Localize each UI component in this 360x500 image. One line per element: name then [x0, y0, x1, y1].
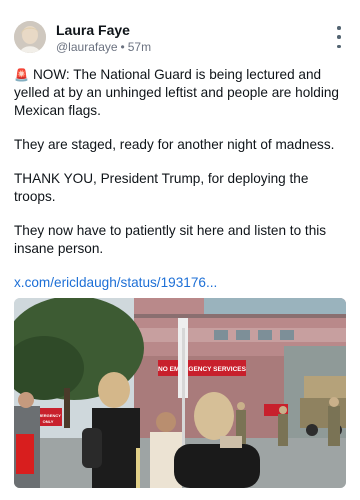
hospital-sign-text: NO EMERGENCY SERVICES — [158, 366, 247, 373]
svg-text:ONLY: ONLY — [43, 419, 54, 424]
post-link[interactable]: x.com/ericldaugh/status/193176... — [14, 275, 217, 290]
post-media-image[interactable]: NO EMERGENCY SERVICES EMERGENCY ONLY — [14, 298, 346, 488]
author-name[interactable]: Laura Faye — [56, 22, 130, 38]
post-paragraph-4: They now have to patiently sit here and … — [14, 223, 327, 256]
post-header: Laura Faye @laurafaye • 57m — [14, 18, 346, 58]
post-body: 🚨 NOW: The National Guard is being lectur… — [14, 66, 346, 308]
post-link-row: x.com/ericldaugh/status/193176... — [14, 274, 346, 292]
post-paragraph-2: They are staged, ready for another night… — [14, 137, 335, 152]
post-paragraph-3: THANK YOU, President Trump, for deployin… — [14, 171, 309, 204]
avatar[interactable] — [14, 21, 46, 53]
post-age[interactable]: 57m — [128, 40, 151, 54]
author-meta: @laurafaye • 57m — [56, 40, 151, 54]
post-paragraph-1: 🚨 NOW: The National Guard is being lectur… — [14, 67, 339, 118]
siren-icon: 🚨 — [14, 68, 29, 82]
more-vertical-icon[interactable] — [334, 26, 344, 48]
meta-separator: • — [120, 40, 125, 54]
author-handle[interactable]: @laurafaye — [56, 40, 118, 54]
post-card: Laura Faye @laurafaye • 57m 🚨 NOW: The Nati… — [0, 0, 360, 500]
